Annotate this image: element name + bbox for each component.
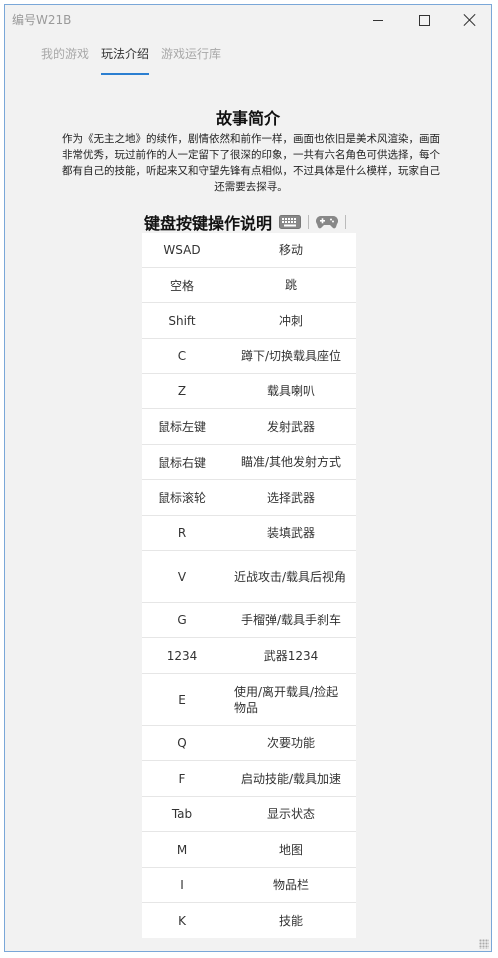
action-cell: 蹲下/切换载具座位 — [240, 349, 342, 363]
table-row: Q 次要功能 — [142, 726, 356, 761]
action-cell: 发射武器 — [266, 419, 315, 434]
action-cell: 冲刺 — [278, 313, 303, 328]
table-row: Z 载具喇叭 — [142, 374, 356, 409]
table-row: G 手榴弹/载具手刹车 — [142, 603, 356, 638]
action-cell: 次要功能 — [266, 736, 315, 750]
action-cell: 近战攻击/载具后视角 — [234, 569, 347, 584]
story-title: 故事简介 — [215, 109, 280, 128]
table-row: 鼠标右键 瞄准/其他发射方式 — [142, 445, 356, 480]
key-cell: 鼠标左键 — [157, 420, 206, 434]
keyboard-icon[interactable] — [279, 215, 301, 229]
action-cell: 使用/离开载具/捡起物品 — [234, 684, 339, 715]
maximize-icon — [418, 14, 430, 26]
gamepad-icon[interactable] — [316, 215, 338, 229]
key-cell: M — [176, 842, 188, 857]
action-cell: 启动技能/载具加速 — [240, 771, 342, 786]
action-cell: 物品栏 — [272, 878, 309, 892]
table-row: C 蹲下/切换载具座位 — [142, 339, 356, 374]
key-cell: C — [177, 349, 187, 363]
divider — [345, 215, 346, 229]
table-row: I 物品栏 — [142, 868, 356, 903]
key-table: WSAD 移动 空格跳 Shift 冲刺 C 蹲下/切换载具座位 Z 载具喇叭 鼠标左键 发射武器鼠… — [142, 233, 356, 938]
key-cell: 1234 — [166, 648, 198, 663]
keyboard-title: 键盘按键操作说明 — [143, 214, 272, 233]
action-cell: 地图 — [278, 842, 303, 857]
divider — [308, 215, 309, 229]
close-icon — [464, 14, 476, 26]
action-cell: 手榴弹/载具手刹车 — [240, 613, 342, 627]
action-cell: 选择武器 — [266, 490, 315, 505]
window-title: 编号W21B — [12, 13, 72, 27]
action-cell: 武器1234 — [263, 648, 319, 663]
table-row: K 技能 — [142, 903, 356, 938]
app-window: 编号W21B 我的游戏 玩法介绍 游戏运行库 故事简介 作为《无主之地》的续作，… — [4, 4, 492, 952]
action-cell: 移动 — [278, 243, 303, 257]
key-cell: 鼠标右键 — [157, 455, 206, 470]
action-cell: 跳 — [284, 278, 297, 292]
minimize-icon — [373, 19, 383, 21]
tab-bar: 我的游戏 玩法介绍 游戏运行库 — [41, 45, 233, 75]
key-cell: I — [180, 878, 184, 892]
key-cell: 鼠标滚轮 — [157, 491, 206, 505]
table-row: F 启动技能/载具加速 — [142, 761, 356, 797]
action-cell: 载具喇叭 — [266, 384, 315, 398]
key-cell: Z — [177, 384, 187, 398]
table-row: 鼠标滚轮 选择武器 — [142, 480, 356, 516]
key-cell: R — [177, 526, 187, 540]
table-row: M 地图 — [142, 832, 356, 868]
table-row: WSAD 移动 — [142, 233, 356, 268]
table-row: R 装填武器 — [142, 516, 356, 551]
key-cell: Shift — [168, 313, 196, 328]
action-cell: 瞄准/其他发射方式 — [240, 455, 342, 469]
action-cell: 技能 — [278, 913, 303, 928]
action-cell: 显示状态 — [266, 807, 315, 821]
key-cell: WSAD — [163, 243, 201, 257]
key-cell: Tab — [171, 807, 193, 821]
tab-gameplay[interactable]: 玩法介绍 — [101, 45, 150, 75]
table-row: Shift 冲刺 — [142, 303, 356, 339]
key-cell: Q — [177, 736, 187, 750]
minimize-button[interactable] — [355, 5, 401, 35]
table-row: 鼠标左键 发射武器 — [142, 409, 356, 445]
key-cell: F — [178, 771, 186, 786]
tab-runtime-libs[interactable]: 游戏运行库 — [161, 45, 221, 75]
table-row: E 使用/离开载具/捡起物品 — [142, 674, 356, 726]
keyboard-header: 键盘按键操作说明 — [5, 210, 491, 234]
action-cell: 装填武器 — [266, 526, 315, 540]
title-bar[interactable]: 编号W21B — [5, 5, 491, 35]
story-text: 作为《无主之地》的续作，剧情依然和前作一样，画面也依旧是美术风渲染，画面非常优秀… — [62, 133, 440, 193]
table-row: 1234 武器1234 — [142, 638, 356, 674]
key-cell: G — [177, 613, 187, 627]
table-row: V 近战攻击/载具后视角 — [142, 551, 356, 603]
table-row: Tab 显示状态 — [142, 797, 356, 832]
key-cell: V — [177, 569, 187, 584]
key-cell: E — [178, 692, 186, 707]
resize-grip-icon[interactable] — [479, 939, 489, 949]
table-row: 空格 跳 — [142, 268, 356, 303]
close-button[interactable] — [447, 5, 493, 35]
tab-my-games[interactable]: 我的游戏 — [41, 45, 89, 75]
maximize-button[interactable] — [401, 5, 447, 35]
key-cell: 空格 — [169, 278, 194, 293]
key-cell: K — [178, 913, 186, 928]
